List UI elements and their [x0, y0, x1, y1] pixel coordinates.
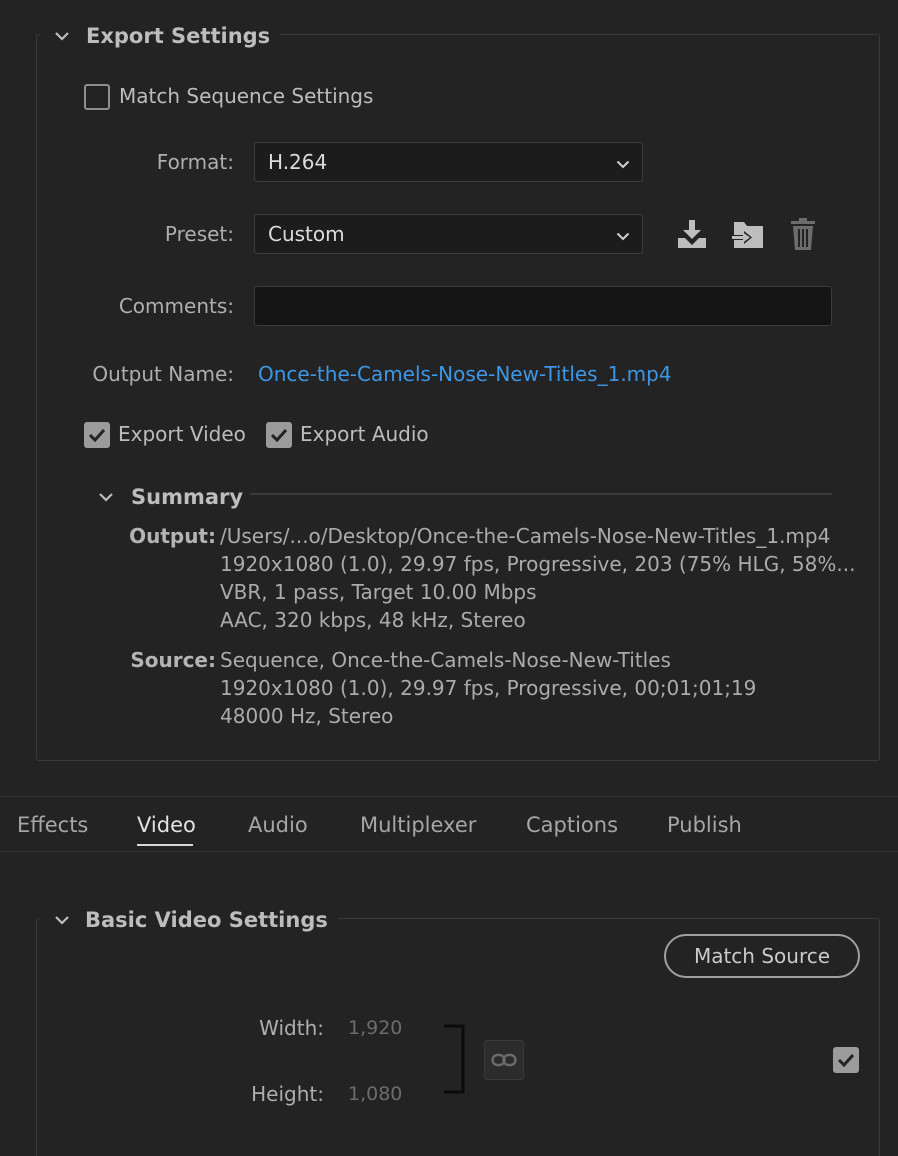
summary-output-line: AAC, 320 kbps, 48 kHz, Stereo: [220, 608, 526, 632]
summary-output-line: /Users/...o/Desktop/Once-the-Camels-Nose…: [220, 524, 831, 548]
active-tab-indicator: [137, 844, 193, 846]
basic-video-settings-header[interactable]: Basic Video Settings: [40, 906, 338, 934]
settings-tabs: Effects Video Audio Multiplexer Captions…: [0, 796, 898, 852]
chevron-down-icon: [616, 150, 630, 174]
summary-source-line: 48000 Hz, Stereo: [220, 704, 394, 728]
preset-value: Custom: [268, 222, 345, 246]
import-preset-icon[interactable]: [728, 216, 768, 252]
comments-label: Comments:: [118, 294, 234, 318]
export-audio-checkbox[interactable]: [266, 422, 292, 448]
tab-audio[interactable]: Audio: [248, 813, 308, 837]
trash-icon[interactable]: [784, 216, 822, 252]
output-name-link[interactable]: Once-the-Camels-Nose-New-Titles_1.mp4: [258, 362, 672, 386]
dimension-override-checkbox[interactable]: [833, 1047, 859, 1073]
height-value[interactable]: 1,080: [348, 1083, 402, 1105]
basic-video-settings-title: Basic Video Settings: [85, 908, 328, 932]
export-settings-title: Export Settings: [86, 24, 271, 48]
format-label: Format:: [156, 150, 234, 174]
summary-output-key: Output:: [129, 524, 216, 548]
export-audio-label[interactable]: Export Audio: [300, 422, 429, 446]
match-sequence-label[interactable]: Match Sequence Settings: [119, 84, 373, 108]
chevron-down-icon[interactable]: [48, 26, 76, 46]
preset-label: Preset:: [164, 222, 234, 246]
export-video-label[interactable]: Export Video: [118, 422, 246, 446]
chevron-down-icon[interactable]: [92, 487, 120, 507]
tab-video[interactable]: Video: [137, 813, 196, 837]
preset-dropdown[interactable]: Custom: [254, 214, 643, 254]
tab-multiplexer[interactable]: Multiplexer: [360, 813, 476, 837]
summary-title: Summary: [131, 485, 244, 509]
summary-output-line: 1920x1080 (1.0), 29.97 fps, Progressive,…: [220, 552, 856, 576]
summary-output-line: VBR, 1 pass, Target 10.00 Mbps: [220, 580, 537, 604]
export-settings-header[interactable]: Export Settings: [40, 22, 281, 50]
summary-divider: [250, 493, 832, 495]
summary-source-key: Source:: [130, 648, 216, 672]
match-sequence-checkbox[interactable]: [84, 84, 110, 110]
output-name-label: Output Name:: [92, 362, 234, 386]
height-label: Height:: [251, 1082, 324, 1106]
width-label: Width:: [259, 1016, 324, 1040]
tab-captions[interactable]: Captions: [526, 813, 618, 837]
width-value[interactable]: 1,920: [348, 1017, 402, 1039]
save-preset-icon[interactable]: [672, 216, 712, 252]
summary-source-line: Sequence, Once-the-Camels-Nose-New-Title…: [220, 648, 671, 672]
comments-input[interactable]: [254, 286, 832, 326]
tab-effects[interactable]: Effects: [17, 813, 88, 837]
link-icon[interactable]: [484, 1040, 524, 1080]
dimension-link-bracket: [444, 1024, 466, 1094]
match-source-button[interactable]: Match Source: [664, 934, 860, 978]
chevron-down-icon: [616, 222, 630, 246]
format-dropdown[interactable]: H.264: [254, 142, 643, 182]
summary-source-line: 1920x1080 (1.0), 29.97 fps, Progressive,…: [220, 676, 757, 700]
export-video-checkbox[interactable]: [84, 422, 110, 448]
summary-header[interactable]: Summary: [92, 484, 243, 510]
chevron-down-icon[interactable]: [48, 910, 76, 930]
format-value: H.264: [268, 150, 328, 174]
tab-publish[interactable]: Publish: [667, 813, 742, 837]
